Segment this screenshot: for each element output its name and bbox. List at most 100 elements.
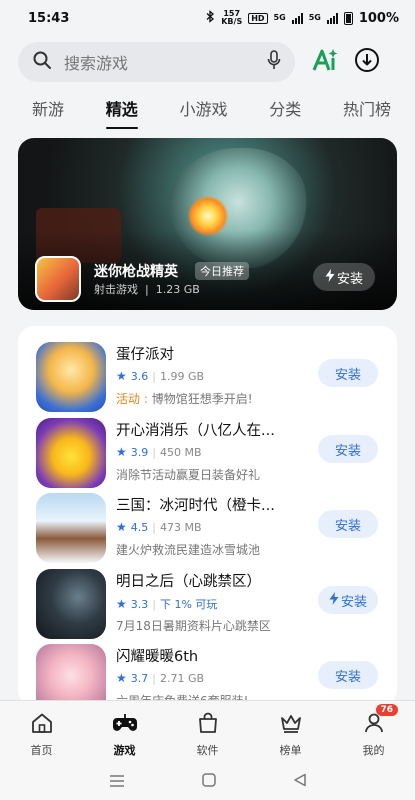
app-size: 1.99 GB: [159, 369, 205, 383]
home-square-icon[interactable]: [201, 772, 216, 791]
app-meta: ★ 3.6 | 1.99 GB: [116, 369, 204, 383]
install-label: 安装: [334, 518, 361, 534]
install-button[interactable]: 安装: [318, 435, 378, 463]
signal-icon: [291, 12, 303, 24]
meta-divider: |: [152, 369, 156, 383]
app-meta: ★ 3.7 | 2.71 GB: [116, 671, 204, 685]
search-placeholder: 搜索游戏: [64, 54, 129, 73]
quick-install-button[interactable]: 安装: [318, 586, 378, 614]
download-button[interactable]: [353, 48, 381, 76]
app-size: 450 MB: [159, 445, 202, 459]
battery-percent: 100%: [358, 10, 399, 26]
star-icon: ★: [116, 445, 127, 459]
app-meta: ★ 3.3 | 下 1% 可玩: [116, 596, 217, 612]
system-nav-bar: [0, 762, 415, 800]
tab-hot-chart[interactable]: 热门榜: [343, 96, 391, 126]
nav-charts[interactable]: 榜单: [249, 701, 332, 762]
meta-divider: |: [152, 671, 156, 685]
app-meta: ★ 3.9 | 450 MB: [116, 445, 202, 459]
app-name: 明日之后（心跳禁区）: [116, 574, 261, 590]
app-icon: [36, 644, 106, 706]
app-icon: [36, 493, 106, 563]
search-row: 搜索游戏: [18, 42, 397, 82]
app-icon: [36, 418, 106, 488]
list-item[interactable]: 明日之后（心跳禁区） ★ 3.3 | 下 1% 可玩 7月18日暑期资料片心跳禁…: [18, 569, 397, 645]
lightning-icon: [325, 268, 335, 286]
lightning-icon: [329, 591, 339, 609]
signal-icon-2: [326, 12, 338, 24]
search-input[interactable]: 搜索游戏: [18, 42, 295, 82]
app-rating: 3.3: [130, 597, 149, 611]
featured-banner[interactable]: 迷你枪战精英 今日推荐 射击游戏 | 1.23 GB 安装: [18, 138, 397, 310]
tab-new[interactable]: 新游: [32, 96, 64, 126]
app-name: 三国：冰河时代（橙卡...: [116, 498, 275, 514]
install-label: 安装: [334, 367, 361, 383]
star-icon: ★: [116, 520, 127, 534]
banner-badge: 今日推荐: [195, 262, 249, 280]
list-item[interactable]: 三国：冰河时代（橙卡... ★ 4.5 | 473 MB 建火炉救流民建造冰雪城…: [18, 493, 397, 569]
nav-profile-label: 我的: [362, 744, 385, 757]
app-desc: 建火炉救流民建造冰雪城池: [116, 543, 261, 557]
app-meta: ★ 4.5 | 473 MB: [116, 520, 202, 534]
meta-divider: |: [152, 597, 156, 611]
tab-categories[interactable]: 分类: [269, 96, 301, 126]
star-icon: ★: [116, 369, 127, 383]
nav-games[interactable]: 游戏: [83, 701, 166, 762]
app-rating: 3.6: [130, 369, 149, 383]
tab-mini-games[interactable]: 小游戏: [179, 96, 227, 126]
nav-charts-label: 榜单: [279, 744, 302, 757]
gamepad-icon: [112, 712, 138, 737]
bottom-nav: 首页 游戏 软件 榜单 76 我的: [0, 700, 415, 762]
app-size: 2.71 GB: [159, 671, 205, 685]
app-icon: [36, 569, 106, 639]
home-icon: [30, 712, 54, 737]
nav-software[interactable]: 软件: [166, 701, 249, 762]
tab-featured[interactable]: 精选: [105, 96, 138, 129]
install-button[interactable]: 安装: [318, 359, 378, 387]
app-desc: 活动 : 博物馆狂想季开启!: [116, 392, 253, 406]
category-tabs: 新游 精选 小游戏 分类 热门榜: [14, 96, 405, 129]
list-item[interactable]: 闪耀暖暖6th ★ 3.7 | 2.71 GB 六周年庆免费送6套服装! 安装: [18, 644, 397, 706]
list-item[interactable]: 开心消消乐（八亿人在... ★ 3.9 | 450 MB 消除节活动赢夏日装备好…: [18, 418, 397, 494]
app-name: 开心消消乐（八亿人在...: [116, 423, 275, 439]
status-bar: 15:43 157 KB/S HD 5G 5G 100%: [0, 0, 415, 36]
app-size: 473 MB: [159, 520, 202, 534]
nav-home[interactable]: 首页: [0, 701, 83, 762]
bluetooth-icon: [206, 10, 215, 26]
meta-divider: |: [152, 445, 156, 459]
microphone-icon[interactable]: [267, 50, 281, 74]
notification-badge: 76: [375, 704, 399, 716]
install-button[interactable]: 安装: [318, 661, 378, 689]
app-icon: [36, 342, 106, 412]
nav-home-label: 首页: [30, 744, 53, 757]
app-rating: 3.7: [130, 671, 149, 685]
banner-meta: 射击游戏 | 1.23 GB: [94, 283, 200, 296]
app-desc: 消除节活动赢夏日装备好礼: [116, 468, 261, 482]
hd-icon: HD: [248, 12, 268, 24]
menu-icon[interactable]: [109, 772, 125, 791]
activity-tag: 活动 :: [116, 392, 152, 406]
banner-title: 迷你枪战精英: [94, 264, 178, 280]
app-rating: 3.9: [130, 445, 149, 459]
install-label: 安装: [340, 594, 367, 610]
nav-games-label: 游戏: [113, 744, 136, 757]
nav-software-label: 软件: [196, 744, 219, 757]
battery-icon: [343, 11, 353, 25]
bag-icon: [197, 712, 219, 737]
ai-icon: [312, 48, 338, 76]
status-time: 15:43: [28, 10, 70, 26]
banner-install-button[interactable]: 安装: [313, 263, 375, 291]
app-playable-status: 下 1% 可玩: [159, 598, 218, 611]
game-list-card: 蛋仔派对 ★ 3.6 | 1.99 GB 活动 : 博物馆狂想季开启! 安装 开…: [18, 326, 397, 706]
crown-icon: [279, 712, 303, 737]
banner-install-label: 安装: [336, 271, 363, 287]
app-name: 闪耀暖暖6th: [116, 649, 199, 665]
nav-profile[interactable]: 76 我的: [332, 701, 415, 762]
install-label: 安装: [334, 443, 361, 459]
ai-assistant-button[interactable]: [311, 48, 339, 76]
list-item[interactable]: 蛋仔派对 ★ 3.6 | 1.99 GB 活动 : 博物馆狂想季开启! 安装: [18, 342, 397, 418]
net2-label: 5G: [308, 13, 321, 22]
back-icon[interactable]: [293, 772, 307, 791]
install-button[interactable]: 安装: [318, 510, 378, 538]
network-speed: 157 KB/S: [221, 9, 243, 26]
